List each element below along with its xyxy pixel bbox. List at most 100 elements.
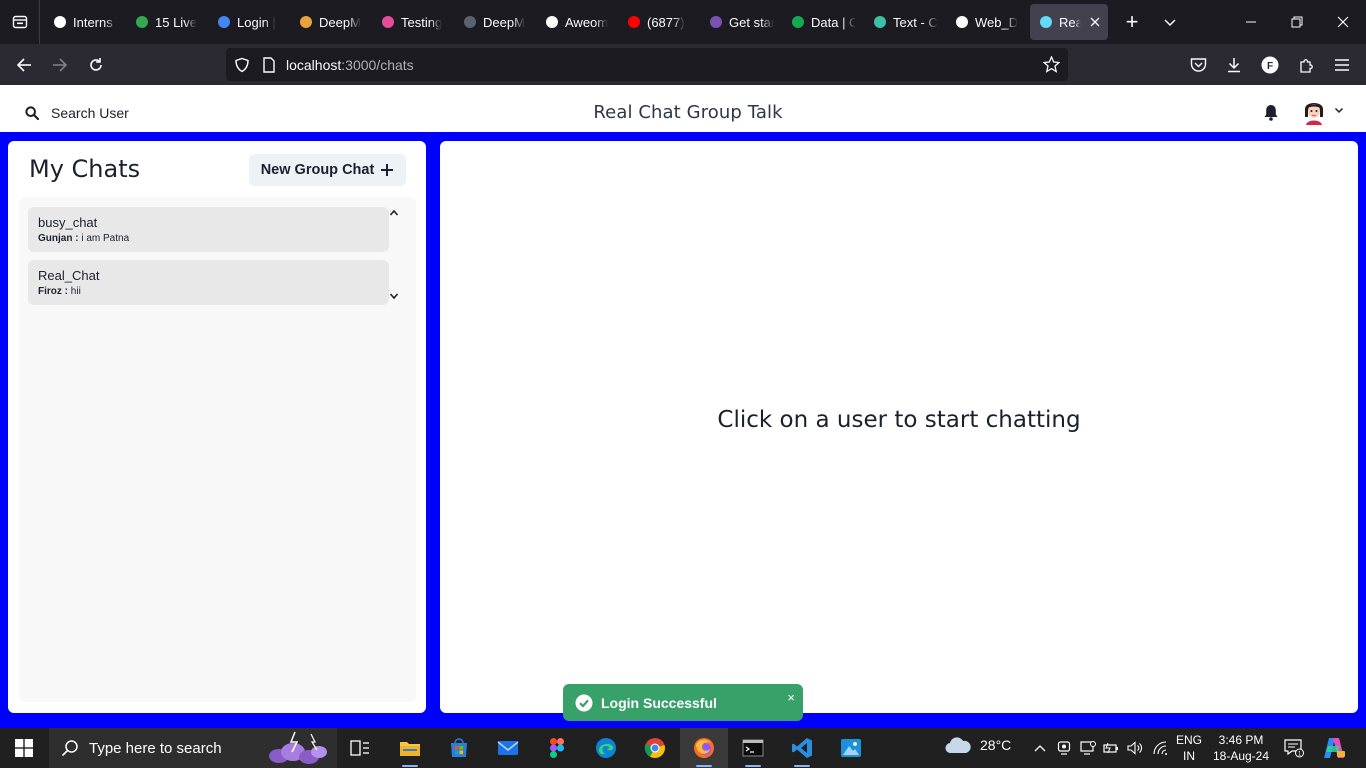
browser-tab[interactable]: DeepM [290,4,372,40]
chat-list-item[interactable]: busy_chat Gunjan : i am Patna [28,207,389,252]
account-icon: F [1261,56,1279,74]
list-all-tabs-button[interactable] [1152,4,1188,40]
browser-tab[interactable]: Interns Task [44,4,126,40]
taskbar-photos[interactable] [827,728,875,768]
input-language[interactable]: ENG IN [1176,732,1202,764]
browser-tab[interactable]: DeepM [454,4,536,40]
restore-icon [1291,16,1303,28]
notion-icon [52,14,68,30]
taskbar-clock[interactable]: 3:46 PM 18-Aug-24 [1210,732,1272,764]
downloads-button[interactable] [1216,47,1252,83]
browser-tab-active[interactable]: Real [1030,4,1108,40]
taskbar-chrome[interactable] [631,728,679,768]
toast-close-button[interactable]: × [787,690,795,705]
browser-tab[interactable]: Get star [700,4,782,40]
taskbar-terminal[interactable] [729,728,777,768]
browser-tab[interactable]: (6877) [618,4,700,40]
taskbar-microsoft-store[interactable] [435,728,483,768]
url-path: :3000/chats [341,56,414,73]
forward-button[interactable] [42,47,78,83]
search-icon [61,740,78,757]
tab-title: DeepM [483,14,525,30]
weather-widget[interactable]: 28°C [944,736,1011,754]
puzzle-icon [1299,58,1313,73]
url-bar[interactable]: localhost:3000/chats [226,48,1068,81]
browser-tab[interactable]: 15 Live [126,4,208,40]
store-icon [451,738,467,757]
bookmark-star-icon[interactable] [1043,56,1060,73]
tray-network[interactable] [1153,740,1169,756]
new-tab-button[interactable]: + [1112,4,1152,40]
pocket-button[interactable] [1180,47,1216,83]
copilot-button[interactable] [1322,736,1346,760]
folder-icon [400,742,420,756]
google-drive-icon [134,14,150,30]
tray-volume[interactable] [1127,740,1143,756]
chat-list-item[interactable]: Real_Chat Firoz : hii [28,260,389,305]
chat-latest-message: Firoz : hii [38,286,379,297]
bootstrap-icon [708,14,724,30]
browser-tab[interactable]: Data | C [782,4,864,40]
extensions-button[interactable] [1288,47,1324,83]
notifications-button[interactable] [1263,104,1279,121]
check-circle-icon [575,694,593,711]
close-icon [1337,16,1349,28]
tray-meet-now[interactable] [1056,740,1072,756]
mongodb-icon [790,14,806,30]
chrome-icon [644,738,665,758]
clock-date: 18-Aug-24 [1212,749,1270,763]
browser-tab[interactable]: Login | [208,4,290,40]
terminal-icon [742,739,764,757]
restore-button[interactable] [1274,0,1320,44]
login-success-toast: Login Successful × [563,684,803,721]
figma-icon [550,738,564,758]
browser-tab-strip: Interns Task 15 Live Login | DeepM Testing De… [0,0,1366,44]
browser-tab[interactable]: Testing [372,4,454,40]
taskbar-search-placeholder: Type here to search [89,739,222,757]
back-button[interactable] [6,47,42,83]
browser-tab[interactable]: Text - C [864,4,946,40]
youtube-icon [626,14,642,30]
page-icon[interactable] [262,56,276,73]
login-site-icon [216,14,232,30]
running-indicator [794,765,810,767]
account-button[interactable]: F [1252,47,1288,83]
new-group-chat-label: New Group Chat [260,162,375,178]
profile-avatar[interactable] [1301,97,1327,125]
taskbar-firefox[interactable] [680,728,728,768]
start-button[interactable] [0,728,48,768]
close-window-button[interactable] [1320,0,1366,44]
show-hidden-icons-button[interactable] [1032,740,1048,756]
running-indicator [696,765,712,767]
taskbar-search-box[interactable]: Type here to search [49,728,337,768]
download-icon [1228,58,1240,73]
shield-icon[interactable] [234,57,250,73]
taskbar-file-explorer[interactable] [386,728,434,768]
speaker-icon [1127,741,1142,755]
tab-title: Aweom [565,14,609,30]
firefox-view-button[interactable] [0,0,40,44]
scroll-up-arrow[interactable] [389,209,399,217]
notification-center-button[interactable]: 1 [1284,738,1304,758]
tray-security[interactable] [1080,740,1096,756]
cloud-icon [945,737,971,754]
new-group-chat-button[interactable]: New Group Chat [249,154,406,186]
arrow-right-icon [53,58,68,72]
browser-tab[interactable]: Web_D [946,4,1028,40]
task-view-icon [350,740,369,756]
profile-menu-chevron[interactable] [1334,107,1344,114]
taskbar-vscode[interactable] [778,728,826,768]
taskbar-mail[interactable] [484,728,532,768]
scroll-down-arrow[interactable] [389,292,399,300]
tray-battery[interactable] [1103,740,1119,756]
task-view-button[interactable] [336,728,384,768]
taskbar-edge[interactable] [582,728,630,768]
notification-icon: 1 [1284,739,1304,758]
reload-button[interactable] [78,47,114,83]
browser-tab[interactable]: Aweom [536,4,618,40]
empty-chat-message: Click on a user to start chatting [717,407,1081,433]
close-tab-icon[interactable] [1090,17,1100,27]
app-menu-button[interactable] [1324,47,1360,83]
taskbar-figma[interactable] [533,728,581,768]
minimize-button[interactable] [1228,0,1274,44]
